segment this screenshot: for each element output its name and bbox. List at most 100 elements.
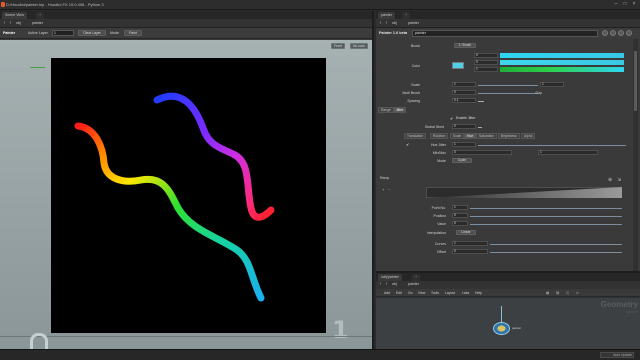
hue-jitter-slider[interactable] xyxy=(478,145,626,146)
info-icon[interactable] xyxy=(618,30,624,36)
hue-jitter-field[interactable]: 1 xyxy=(452,142,476,147)
param-path-context[interactable]: obj xyxy=(392,21,397,26)
tab-saturation[interactable]: Saturation xyxy=(476,133,498,139)
param-scrollbar-thumb[interactable] xyxy=(634,51,637,111)
tab-scene-view[interactable]: Scene View xyxy=(2,12,27,19)
color-r-field[interactable]: 0 xyxy=(474,53,498,58)
jitter-mode-dropdown[interactable]: Cycle xyxy=(452,158,472,163)
active-layer-field[interactable]: 1 xyxy=(52,30,74,36)
color-g-ramp[interactable] xyxy=(500,60,624,65)
color-g-field[interactable]: 0 xyxy=(474,60,498,65)
point-no-slider[interactable] xyxy=(470,208,622,209)
path-node[interactable]: painter xyxy=(32,21,43,26)
menu-layout[interactable]: Layout xyxy=(445,291,455,295)
param-forward-icon[interactable]: › xyxy=(384,21,389,26)
menu-view[interactable]: View xyxy=(418,291,425,295)
point-no-field[interactable]: 1 xyxy=(452,205,468,210)
ramp-add-icon[interactable]: ⊕ xyxy=(608,177,612,183)
zoom-icon[interactable]: ⊙ xyxy=(576,291,579,295)
layout-icon[interactable]: ▤ xyxy=(556,291,559,295)
position-slider[interactable] xyxy=(470,216,622,217)
network-context-subtitle: painter xyxy=(625,309,638,314)
menu-edit[interactable]: Edit xyxy=(396,291,402,295)
tab-translation[interactable]: Translation xyxy=(404,133,427,139)
value-field[interactable]: 0 xyxy=(452,221,468,226)
gear-icon[interactable] xyxy=(602,30,608,36)
color-r-ramp[interactable] xyxy=(500,53,624,58)
viewport[interactable]: Front No cam 1 xyxy=(0,40,372,349)
back-arrow-icon[interactable]: ‹ xyxy=(2,21,7,26)
spacing-label: Spacing xyxy=(407,99,420,103)
scale-slider[interactable] xyxy=(478,85,538,86)
camera-menu-button[interactable]: No cam xyxy=(350,43,368,49)
enable-jitter-checkbox[interactable]: ✔ xyxy=(450,116,453,121)
spacing-field[interactable]: 0.1 xyxy=(452,98,476,103)
menu-labs[interactable]: Labs xyxy=(462,291,469,295)
clear-layer-button[interactable]: Clear Layer xyxy=(78,30,106,36)
offset-slider[interactable] xyxy=(490,252,622,253)
tab-scale[interactable]: Scale xyxy=(450,133,465,139)
tab-alpha[interactable]: Alpha xyxy=(521,133,536,139)
tab-range[interactable]: Range xyxy=(378,107,394,113)
node-name-field[interactable]: painter xyxy=(412,30,598,37)
mode-dropdown[interactable]: Paint xyxy=(124,30,142,36)
ramp-add-point-icon[interactable]: + xyxy=(382,187,384,192)
tab-rotation[interactable]: Rotation xyxy=(430,133,449,139)
tab-brightness[interactable]: Brightness xyxy=(498,133,520,139)
position-field[interactable]: 0 xyxy=(452,213,468,218)
status-bar: Auto Update xyxy=(0,349,640,360)
network-path-context[interactable]: obj xyxy=(392,282,397,287)
color-swatch[interactable] xyxy=(452,62,464,69)
help-icon[interactable] xyxy=(610,30,616,36)
curves-field[interactable]: 1 xyxy=(452,241,488,246)
tab-jitter[interactable]: Jitter xyxy=(393,107,407,113)
network-canvas[interactable]: Geometry painter painter xyxy=(376,298,640,351)
close-icon[interactable]: × xyxy=(630,1,638,8)
interpolation-dropdown[interactable]: Linear xyxy=(456,230,476,235)
front-view-button[interactable]: Front xyxy=(331,43,345,49)
network-forward-icon[interactable]: › xyxy=(384,282,389,287)
menu-add[interactable]: Add xyxy=(384,291,390,295)
menu-help[interactable]: Help xyxy=(475,291,482,295)
menu-tools[interactable]: Tools xyxy=(431,291,439,295)
bookmark-icon[interactable] xyxy=(626,30,632,36)
ramp-remove-point-icon[interactable]: − xyxy=(388,187,390,192)
painter-node[interactable] xyxy=(493,322,510,335)
path-context[interactable]: obj xyxy=(16,21,21,26)
snap-icon[interactable]: ◫ xyxy=(566,291,569,295)
multi-brush-field[interactable]: 0 xyxy=(452,90,476,95)
spacing-slider-handle[interactable] xyxy=(478,101,484,102)
scale-field[interactable]: 1 xyxy=(452,82,476,87)
ramp-expand-icon[interactable]: ⇲ xyxy=(617,177,621,183)
global-seed-field[interactable]: 0 xyxy=(452,124,476,129)
param-path-node[interactable]: painter xyxy=(408,21,419,26)
network-back-icon[interactable]: ‹ xyxy=(378,282,383,287)
tab-network[interactable]: /obj/painter xyxy=(378,274,402,281)
max-field[interactable]: 1 xyxy=(538,150,598,155)
tab-hue[interactable]: Hue xyxy=(464,133,477,139)
min-field[interactable]: 0 xyxy=(452,150,512,155)
value-slider[interactable] xyxy=(470,224,622,225)
maximize-icon[interactable]: □ xyxy=(621,1,629,8)
offset-field[interactable]: 0 xyxy=(452,249,488,254)
color-b-field[interactable]: 1 xyxy=(474,67,498,72)
add-param-tab-button[interactable]: + xyxy=(402,12,411,19)
network-tabstrip: /obj/painter + xyxy=(376,273,640,281)
grid-icon[interactable]: ▦ xyxy=(546,291,549,295)
add-tab-button[interactable]: + xyxy=(36,12,45,19)
minimize-icon[interactable]: – xyxy=(612,1,620,8)
global-seed-slider[interactable] xyxy=(478,127,482,128)
forward-arrow-icon[interactable]: › xyxy=(8,21,13,26)
scale-field-2[interactable]: 1 xyxy=(540,82,564,87)
add-network-tab-button[interactable]: + xyxy=(412,274,421,281)
param-scrollbar[interactable] xyxy=(633,39,638,271)
paint-canvas[interactable] xyxy=(51,58,326,333)
network-path-node[interactable]: painter xyxy=(408,282,419,287)
brush-dropdown[interactable]: 1: Brush xyxy=(454,43,476,48)
color-b-ramp[interactable] xyxy=(500,67,624,72)
viewport-watermark-icon xyxy=(30,333,48,349)
curves-slider[interactable] xyxy=(490,244,622,245)
menu-go[interactable]: Go xyxy=(408,291,413,295)
param-back-icon[interactable]: ‹ xyxy=(378,21,383,26)
tab-painter[interactable]: painter xyxy=(378,12,395,19)
